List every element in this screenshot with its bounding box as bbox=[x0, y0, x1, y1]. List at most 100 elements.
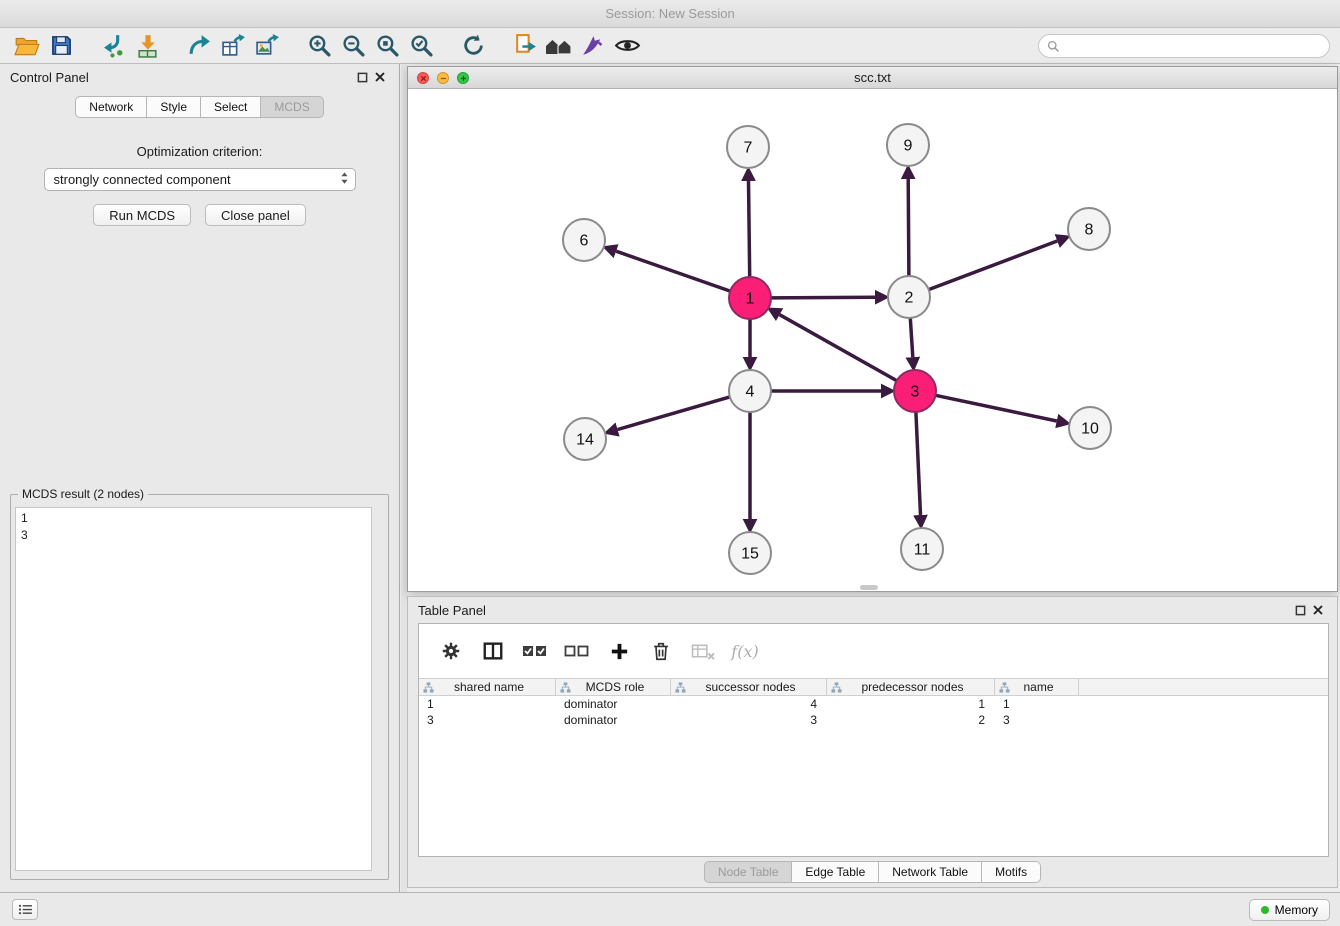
graph-node-10[interactable]: 10 bbox=[1069, 407, 1111, 449]
tab-network-table[interactable]: Network Table bbox=[879, 861, 982, 883]
apply-function-button[interactable]: f(x) bbox=[729, 635, 761, 667]
graph-node-label: 4 bbox=[746, 384, 755, 401]
memory-button[interactable]: Memory bbox=[1249, 899, 1330, 921]
memory-button-label: Memory bbox=[1275, 903, 1318, 917]
table-row[interactable]: 1dominator411 bbox=[419, 696, 1328, 712]
delete-row-button[interactable] bbox=[645, 635, 677, 667]
refresh-view-button[interactable] bbox=[456, 31, 490, 61]
close-icon bbox=[1313, 605, 1323, 615]
graph-edge-2-3[interactable] bbox=[910, 318, 913, 357]
criterion-selected-value: strongly connected component bbox=[54, 172, 231, 187]
export-network-icon bbox=[187, 33, 212, 58]
tab-mcds[interactable]: MCDS bbox=[261, 96, 323, 118]
share-document-button[interactable] bbox=[508, 31, 542, 61]
graph-node-4[interactable]: 4 bbox=[729, 370, 771, 412]
mcds-result-text[interactable]: 1 3 bbox=[15, 507, 372, 871]
close-table-panel-button[interactable] bbox=[1309, 601, 1327, 619]
select-all-icon bbox=[522, 641, 548, 661]
column-header-name[interactable]: name bbox=[995, 679, 1079, 695]
select-all-button[interactable] bbox=[519, 635, 551, 667]
export-image-icon bbox=[255, 33, 280, 58]
search-input[interactable] bbox=[1038, 34, 1330, 58]
zoom-in-button[interactable] bbox=[302, 31, 336, 61]
zoom-fit-icon bbox=[375, 33, 400, 58]
tab-node-table[interactable]: Node Table bbox=[704, 861, 793, 883]
clear-selection-button[interactable] bbox=[561, 635, 593, 667]
export-image-button[interactable] bbox=[250, 31, 284, 61]
show-hide-button[interactable] bbox=[610, 31, 644, 61]
graph-edge-1-2[interactable] bbox=[771, 297, 875, 298]
column-header-mcds-role[interactable]: MCDS role bbox=[556, 679, 671, 695]
column-header-successor-nodes[interactable]: successor nodes bbox=[671, 679, 827, 695]
table-cell: 3 bbox=[995, 712, 1079, 728]
first-neighbors-button[interactable] bbox=[542, 31, 576, 61]
window-minimize-button[interactable] bbox=[437, 72, 449, 84]
graph-node-7[interactable]: 7 bbox=[727, 126, 769, 168]
zoom-out-button[interactable] bbox=[336, 31, 370, 61]
close-icon bbox=[420, 75, 427, 82]
close-panel-button[interactable]: Close panel bbox=[205, 204, 306, 226]
network-graph[interactable]: 7 9 6 8 1 2 4 3 14 10 15 11 bbox=[408, 89, 1337, 591]
table-toolbar: f(x) bbox=[419, 624, 1328, 678]
trash-icon bbox=[650, 640, 672, 662]
first-neighbors-icon bbox=[545, 34, 573, 58]
table-panel-title: Table Panel bbox=[418, 603, 486, 618]
style-wand-button[interactable] bbox=[576, 31, 610, 61]
task-history-button[interactable] bbox=[12, 899, 38, 920]
graph-node-15[interactable]: 15 bbox=[729, 532, 771, 574]
tab-style[interactable]: Style bbox=[147, 96, 201, 118]
graph-node-1[interactable]: 1 bbox=[729, 277, 771, 319]
add-column-button[interactable] bbox=[603, 635, 635, 667]
window-close-button[interactable] bbox=[417, 72, 429, 84]
graph-edge-3-11[interactable] bbox=[916, 412, 921, 515]
column-header-shared-name[interactable]: shared name bbox=[419, 679, 556, 695]
attribute-icon bbox=[999, 682, 1010, 693]
list-icon bbox=[18, 904, 33, 915]
tab-motifs[interactable]: Motifs bbox=[982, 861, 1041, 883]
graph-node-9[interactable]: 9 bbox=[887, 124, 929, 166]
horizontal-scrollbar-thumb[interactable] bbox=[860, 585, 878, 590]
import-network-button[interactable] bbox=[96, 31, 130, 61]
attribute-icon bbox=[675, 682, 686, 693]
graph-node-8[interactable]: 8 bbox=[1068, 208, 1110, 250]
graph-edge-3-10[interactable] bbox=[936, 395, 1057, 421]
status-bar: Memory bbox=[0, 892, 1340, 926]
graph-node-6[interactable]: 6 bbox=[563, 219, 605, 261]
import-table-button[interactable] bbox=[130, 31, 164, 61]
graph-edge-1-7[interactable] bbox=[749, 181, 750, 277]
tab-edge-table[interactable]: Edge Table bbox=[792, 861, 879, 883]
save-icon bbox=[50, 34, 73, 57]
network-window-titlebar[interactable]: scc.txt bbox=[408, 67, 1337, 89]
graph-node-14[interactable]: 14 bbox=[564, 418, 606, 460]
float-table-panel-button[interactable] bbox=[1291, 601, 1309, 619]
node-table-container: f(x) shared nameMCDS rolesuccessor nodes… bbox=[418, 623, 1329, 857]
zoom-selected-button[interactable] bbox=[404, 31, 438, 61]
graph-node-11[interactable]: 11 bbox=[901, 528, 943, 570]
graph-edge-2-9[interactable] bbox=[908, 179, 909, 276]
graph-edge-3-1[interactable] bbox=[780, 315, 897, 381]
window-zoom-button[interactable] bbox=[457, 72, 469, 84]
graph-edge-4-14[interactable] bbox=[618, 397, 730, 430]
graph-node-2[interactable]: 2 bbox=[888, 276, 930, 318]
column-header-predecessor-nodes[interactable]: predecessor nodes bbox=[827, 679, 995, 695]
delete-column-button[interactable] bbox=[687, 635, 719, 667]
import-table-icon bbox=[135, 33, 160, 58]
graph-node-3[interactable]: 3 bbox=[894, 370, 936, 412]
show-columns-button[interactable] bbox=[477, 635, 509, 667]
table-row[interactable]: 3dominator323 bbox=[419, 712, 1328, 728]
graph-edge-2-8[interactable] bbox=[929, 241, 1058, 290]
close-control-panel-button[interactable] bbox=[371, 68, 389, 86]
graph-edge-1-6[interactable] bbox=[616, 251, 730, 291]
tab-select[interactable]: Select bbox=[201, 96, 261, 118]
float-panel-button[interactable] bbox=[353, 68, 371, 86]
tab-network[interactable]: Network bbox=[75, 96, 147, 118]
save-session-button[interactable] bbox=[44, 31, 78, 61]
export-network-button[interactable] bbox=[182, 31, 216, 61]
share-document-icon bbox=[513, 33, 538, 58]
table-settings-button[interactable] bbox=[435, 635, 467, 667]
run-mcds-button[interactable]: Run MCDS bbox=[93, 204, 191, 226]
optimization-criterion-select[interactable]: strongly connected component bbox=[44, 168, 356, 191]
open-session-button[interactable] bbox=[10, 31, 44, 61]
zoom-fit-button[interactable] bbox=[370, 31, 404, 61]
export-table-button[interactable] bbox=[216, 31, 250, 61]
